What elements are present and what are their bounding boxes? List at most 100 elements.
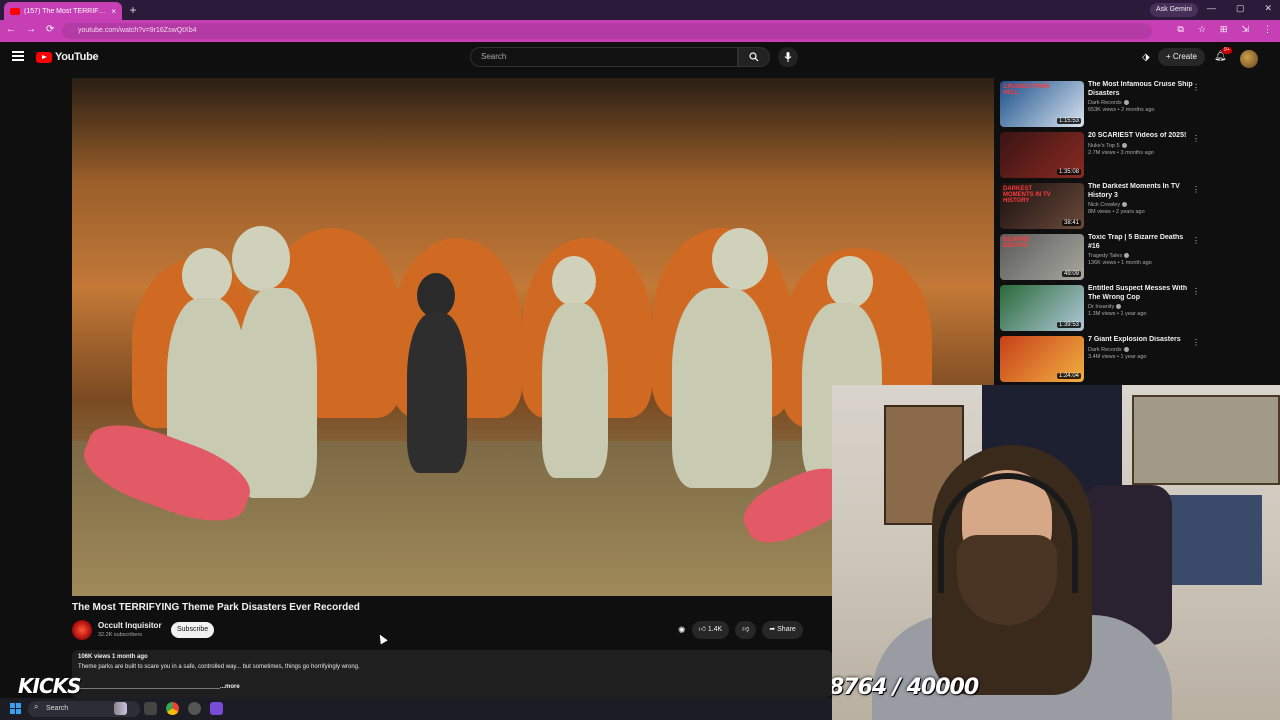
browser-tab-bar: (157) The Most TERRIFYING... × + Ask Gem… (0, 0, 1280, 20)
channel-label: Dark Records (1088, 346, 1122, 353)
dislike-button[interactable]: 👎︎ (735, 621, 757, 639)
channel-name[interactable]: Occult Inquisitor (98, 621, 162, 630)
extension-icon[interactable]: ⧉ (1177, 24, 1183, 35)
recommendation-meta: 3.4M views • 1 year ago (1088, 353, 1147, 360)
recommendation-item[interactable]: 1:35:08 20 SCARIEST Videos of 2025! Nuke… (1000, 132, 1210, 183)
bookmark-star-icon[interactable]: ☆ (1198, 24, 1206, 35)
youtube-masthead: YouTube Search ⬗ + Create 🔔︎ 9+ (0, 42, 1280, 74)
reload-button[interactable]: ⟳ (46, 24, 54, 35)
extensions-puzzle-icon[interactable]: ⊞ (1220, 24, 1228, 35)
verified-icon (1123, 100, 1129, 106)
description-text: Theme parks are built to scare you in a … (78, 664, 360, 670)
video-thumbnail[interactable]: BIZARRE DEATHS 49:09 (1000, 234, 1084, 280)
forward-button[interactable]: → (26, 24, 36, 35)
recommendation-meta: 136K views • 1 month ago (1088, 260, 1152, 266)
browser-menu-icon[interactable]: ⋮ (1263, 24, 1272, 35)
recommendation-item[interactable]: 1:24:04 7 Giant Explosion Disasters Dark… (1000, 336, 1210, 387)
overlay-divider (80, 688, 220, 689)
window-controls: — ▢ ✕ (1207, 3, 1272, 14)
close-window-button[interactable]: ✕ (1264, 3, 1272, 14)
address-bar[interactable]: youtube.com/watch?v=9r16ZswQtXb4 (62, 23, 1152, 39)
share-button[interactable]: ➦ Share (762, 621, 803, 639)
app-icon[interactable] (188, 702, 201, 715)
video-actions: ✺ 👍︎ 1.4K 👎︎ ➦ Share (678, 621, 803, 639)
recommendation-item[interactable]: DARKEST MOMENTS IN TV HISTORY 38:41 The … (1000, 183, 1210, 234)
task-view-icon[interactable] (144, 702, 157, 715)
verified-icon (1116, 304, 1122, 310)
verified-icon (1123, 346, 1129, 352)
recommendations-sidebar: CRUISES FROM HELL 1:15:53 The Most Infam… (1000, 81, 1210, 387)
more-options-icon[interactable]: ⋮ (1192, 134, 1200, 143)
more-options-icon[interactable]: ⋮ (1192, 236, 1200, 245)
verified-icon (1121, 142, 1127, 148)
search-input[interactable]: Search (470, 47, 738, 67)
recommendation-title[interactable]: Toxic Trap | 5 Bizarre Deaths #16 (1088, 234, 1196, 251)
more-options-icon[interactable]: ⋮ (1192, 185, 1200, 194)
nav-buttons: ← → ⟳ (6, 24, 54, 35)
download-icon[interactable]: ⇲ (1241, 24, 1249, 35)
more-options-icon[interactable]: ⋮ (1192, 83, 1200, 92)
windows-taskbar: Search ⌕ (0, 698, 832, 720)
recommendation-title[interactable]: 7 Giant Explosion Disasters (1088, 336, 1196, 345)
video-title: The Most TERRIFYING Theme Park Disasters… (72, 602, 360, 613)
taskbar-search-icon: ⌕ (34, 702, 39, 711)
discord-icon[interactable] (210, 702, 223, 715)
tab-close-icon[interactable]: × (111, 7, 116, 16)
sub-goal-counter: 8764 / 40000 (829, 675, 979, 700)
like-button[interactable]: 👍︎ 1.4K (691, 621, 730, 639)
video-thumbnail[interactable]: DARKEST MOMENTS IN TV HISTORY 38:41 (1000, 183, 1084, 229)
more-options-icon[interactable]: ⋮ (1192, 287, 1200, 296)
channel-avatar[interactable] (72, 620, 92, 640)
video-thumbnail[interactable]: 1:35:08 (1000, 132, 1084, 178)
cast-icon[interactable]: ⬗ (1142, 52, 1150, 63)
search-icon (749, 52, 759, 62)
back-button[interactable]: ← (6, 24, 16, 35)
thumbnail-text: BIZARRE DEATHS (1003, 237, 1030, 249)
recommendation-title[interactable]: The Darkest Moments In TV History 3 (1088, 183, 1196, 200)
channel-label: Nuke's Top 5 (1088, 142, 1120, 149)
create-button[interactable]: + Create (1158, 48, 1205, 66)
hamburger-menu-icon[interactable] (12, 51, 24, 61)
recommendation-channel: Nuke's Top 5 (1088, 143, 1196, 149)
subscribe-button[interactable]: Subscribe (171, 622, 215, 638)
thumbs-down-icon: 👎︎ (742, 626, 750, 633)
windows-start-icon[interactable] (10, 703, 21, 714)
video-thumbnail[interactable]: CRUISES FROM HELL 1:15:53 (1000, 81, 1084, 127)
channel-label: Dark Records (1088, 100, 1122, 106)
maximize-button[interactable]: ▢ (1236, 3, 1245, 14)
search-button[interactable] (738, 47, 770, 67)
recommendation-info: 20 SCARIEST Videos of 2025! Nuke's Top 5… (1088, 132, 1196, 183)
voice-search-button[interactable] (778, 47, 798, 67)
recommendation-title[interactable]: 20 SCARIEST Videos of 2025! (1088, 132, 1196, 141)
description-more-link[interactable]: ...more (220, 684, 240, 690)
hype-icon[interactable]: ✺ (678, 625, 686, 636)
minimize-button[interactable]: — (1207, 3, 1216, 14)
account-avatar[interactable] (1240, 50, 1258, 68)
mannequin (542, 303, 608, 478)
taskbar-widget-icon[interactable] (114, 702, 127, 715)
youtube-logo[interactable]: YouTube (36, 51, 99, 63)
recommendation-title[interactable]: The Most Infamous Cruise Ship Disasters (1088, 81, 1196, 98)
share-icon: ➦ (769, 626, 778, 633)
recommendation-item[interactable]: CRUISES FROM HELL 1:15:53 The Most Infam… (1000, 81, 1210, 132)
recommendation-item[interactable]: BIZARRE DEATHS 49:09 Toxic Trap | 5 Biza… (1000, 234, 1210, 285)
video-thumbnail[interactable]: 1:24:04 (1000, 336, 1084, 382)
mouse-cursor-icon (376, 632, 388, 645)
description-box[interactable] (72, 650, 832, 698)
new-tab-button[interactable]: + (126, 3, 140, 17)
recommendation-item[interactable]: 1:39:53 Entitled Suspect Messes With The… (1000, 285, 1210, 336)
chrome-icon[interactable] (166, 702, 179, 715)
recommendation-title[interactable]: Entitled Suspect Messes With The Wrong C… (1088, 285, 1196, 302)
video-duration: 1:35:08 (1056, 169, 1081, 175)
like-count: 1.4K (707, 626, 723, 633)
recommendation-channel: Nick Crowley (1088, 202, 1196, 208)
more-options-icon[interactable]: ⋮ (1192, 338, 1200, 347)
thumbs-up-icon: 👍︎ (698, 626, 708, 633)
ask-gemini-button[interactable]: Ask Gemini (1150, 3, 1198, 17)
video-duration: 49:09 (1061, 271, 1081, 277)
video-duration: 1:15:53 (1056, 118, 1081, 124)
browser-tab-youtube[interactable]: (157) The Most TERRIFYING... × (4, 2, 122, 20)
video-thumbnail[interactable]: 1:39:53 (1000, 285, 1084, 331)
recommendation-channel: Tragedy Tales (1088, 253, 1196, 259)
browser-toolbar: ← → ⟳ youtube.com/watch?v=9r16ZswQtXb4 ⧉… (0, 20, 1280, 42)
